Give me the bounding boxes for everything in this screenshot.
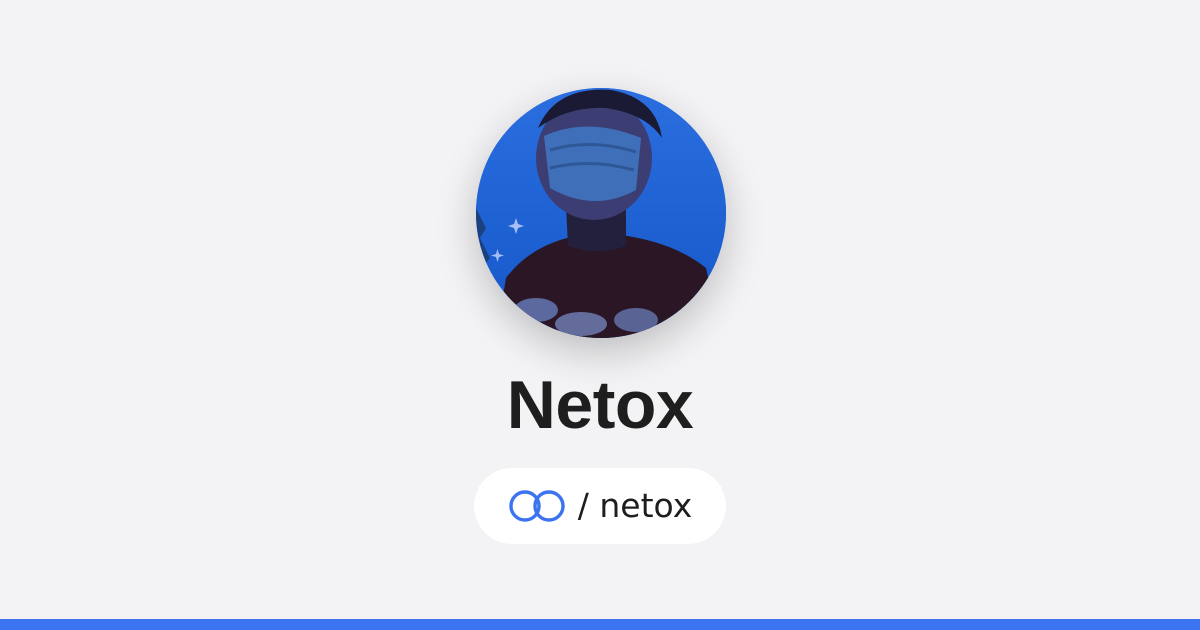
profile-photo [476,88,726,338]
handle-link[interactable]: / netox [474,468,726,544]
linked-rings-icon [508,488,566,524]
avatar [476,88,726,338]
handle-text: / netox [577,486,693,525]
display-name: Netox [506,367,694,443]
accent-bar [0,619,1200,630]
